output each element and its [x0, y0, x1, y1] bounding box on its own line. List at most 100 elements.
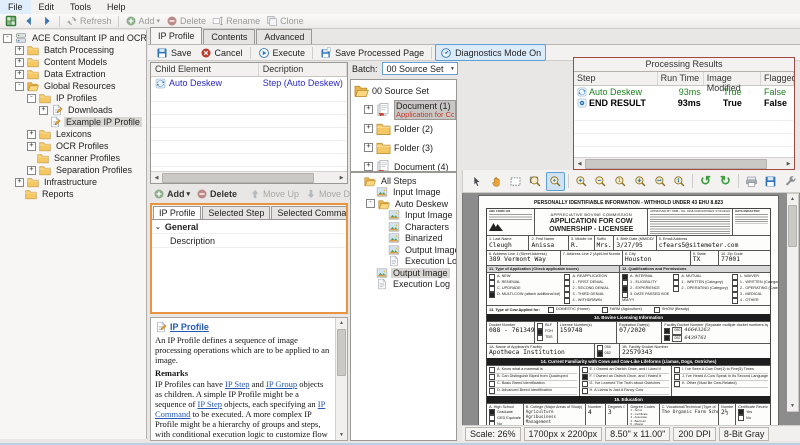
steps-tree-item[interactable]: Binarized [351, 233, 456, 245]
scroll-up-icon[interactable]: ▲ [336, 318, 347, 328]
nav-tree-item[interactable]: Example IP Profile [0, 116, 146, 128]
batch-tree-item[interactable]: +Folder (3) [351, 138, 456, 157]
steps-tree-item[interactable]: All Steps [351, 175, 456, 187]
collapse-icon[interactable]: - [3, 34, 12, 43]
help-link[interactable]: IP Step [197, 399, 221, 409]
back-button[interactable] [20, 14, 38, 28]
steps-tree-item[interactable]: Input Image [351, 187, 456, 199]
scroll-down-icon[interactable]: ▼ [336, 430, 347, 440]
collapse-icon[interactable]: - [366, 199, 375, 208]
zoom-in-button[interactable] [572, 172, 591, 191]
steps-tree-item[interactable]: Output Image [351, 244, 456, 256]
delete-button[interactable]: Delete [163, 14, 209, 28]
scroll-down-icon[interactable]: ▼ [787, 401, 798, 411]
expand-icon[interactable]: + [27, 166, 36, 175]
zoom-actual-button[interactable]: 1 [611, 172, 630, 191]
steps-tree-item[interactable]: Execution Log [351, 279, 456, 291]
processing-hscrollbar[interactable]: ◀ ▶ [574, 157, 794, 169]
add-button[interactable]: Add▾ [150, 188, 193, 200]
add-button[interactable]: Add▾ [122, 14, 164, 28]
pointer-button[interactable] [467, 172, 486, 191]
rotate-right-button[interactable]: ↻ [716, 172, 735, 191]
zoom-height-button[interactable] [670, 172, 689, 191]
app-button[interactable] [2, 14, 20, 28]
batch-tree-item[interactable]: 00 Source Set [351, 81, 456, 100]
expand-icon[interactable]: + [364, 105, 373, 114]
batch-tree-item[interactable]: +Document (1)Application for Cow Owne [351, 100, 456, 119]
nav-tree-item[interactable]: -Global Resources [0, 80, 146, 92]
menu-help[interactable]: Help [99, 0, 134, 14]
scroll-left-icon[interactable]: ◀ [574, 159, 585, 169]
expand-icon[interactable]: + [364, 124, 373, 133]
scroll-right-icon[interactable]: ▶ [783, 159, 794, 169]
refresh-button[interactable]: Refresh [63, 14, 115, 28]
steps-tree-item[interactable]: Execution Log [351, 256, 456, 268]
nav-tree-item[interactable]: -IP Profiles [0, 92, 146, 104]
execute-button[interactable]: Execute [254, 45, 310, 60]
menu-tools[interactable]: Tools [62, 0, 99, 14]
collapse-icon[interactable]: - [27, 94, 36, 103]
preview-vscrollbar[interactable]: ▲ ▼ [787, 193, 799, 412]
zoom-width-button[interactable] [651, 172, 670, 191]
print-button[interactable] [742, 172, 761, 191]
select-region-button[interactable] [507, 172, 526, 191]
batch-tree-item[interactable]: +Document (4) [351, 157, 456, 172]
nav-tree-item[interactable]: Reports [0, 188, 146, 200]
chevron-down-icon[interactable]: ⌄ [155, 223, 161, 231]
property-row[interactable]: ⌄General [152, 220, 346, 234]
zoom-fit-button[interactable] [631, 172, 650, 191]
result-row[interactable]: Auto Deskew93msTrueFalse [574, 86, 794, 97]
prop-tab-ip-profile[interactable]: IP Profile [153, 206, 201, 219]
property-row[interactable]: Description [152, 234, 346, 248]
table-row[interactable]: Auto DeskewStep (Auto Deskew) [151, 77, 347, 89]
tab-advanced[interactable]: Advanced [256, 29, 312, 44]
expand-icon[interactable]: + [364, 143, 373, 152]
batch-dropdown[interactable]: 00 Source Set ▼ [382, 62, 458, 75]
expand-icon[interactable]: + [39, 106, 48, 115]
help-vscrollbar[interactable]: ▲ ▼ [335, 318, 347, 440]
batch-tree-item[interactable]: +Folder (2) [351, 119, 456, 138]
diagnostics-mode-on-button[interactable]: Diagnostics Mode On [435, 44, 546, 61]
scroll-up-icon[interactable]: ▲ [787, 194, 798, 204]
settings-button[interactable] [781, 172, 800, 191]
cancel-button[interactable]: Cancel [196, 45, 247, 60]
tab-contents[interactable]: Contents [203, 29, 255, 44]
nav-tree-item[interactable]: +Downloads [0, 104, 146, 116]
prop-tab-selected-command[interactable]: Selected Command [271, 206, 348, 219]
tab-ip-profile[interactable]: IP Profile [150, 27, 202, 44]
save-processed-page-button[interactable]: Save Processed Page [316, 45, 428, 60]
clone-button[interactable]: Clone [263, 14, 307, 28]
result-row[interactable]: END RESULT93msTrueFalse [574, 97, 794, 108]
menu-file[interactable]: File [0, 0, 31, 14]
prop-tab-selected-step[interactable]: Selected Step [202, 206, 270, 219]
scrollbar-thumb[interactable] [337, 329, 346, 376]
scroll-right-icon[interactable]: ▶ [336, 173, 347, 183]
expand-icon[interactable]: + [15, 46, 24, 55]
help-link[interactable]: IP Group [266, 379, 297, 389]
nav-tree-item[interactable]: +Lexicons [0, 128, 146, 140]
steps-tree-item[interactable]: -Auto Deskew [351, 198, 456, 210]
rename-button[interactable]: Rename [209, 14, 263, 28]
nav-tree-item[interactable]: Scanner Profiles [0, 152, 146, 164]
nav-tree-item[interactable]: +OCR Profiles [0, 140, 146, 152]
steps-tree-item[interactable]: Input Image [351, 210, 456, 222]
expand-icon[interactable]: + [15, 178, 24, 187]
steps-tree-item[interactable]: Characters [351, 221, 456, 233]
child-table-hscrollbar[interactable]: ◀ ▶ [151, 171, 347, 183]
nav-tree-item[interactable]: +Infrastructure [0, 176, 146, 188]
steps-tree-item[interactable]: Output Image [351, 267, 456, 279]
expand-icon[interactable]: + [27, 130, 36, 139]
zoom-window-button[interactable] [526, 172, 545, 191]
expand-icon[interactable]: + [364, 162, 373, 171]
save-image-button[interactable] [761, 172, 780, 191]
rotate-left-button[interactable]: ↺ [696, 172, 715, 191]
scrollbar-thumb[interactable] [585, 159, 767, 169]
menu-edit[interactable]: Edit [31, 0, 63, 14]
help-title-link[interactable]: IP Profile [170, 322, 209, 332]
collapse-icon[interactable]: - [15, 82, 24, 91]
save-button[interactable]: Save [152, 45, 196, 60]
zoom-out-button[interactable] [591, 172, 610, 191]
pan-hand-button[interactable] [487, 172, 506, 191]
forward-button[interactable] [38, 14, 56, 28]
nav-tree-item[interactable]: -ACE Consultant IP and OCR [0, 32, 146, 44]
